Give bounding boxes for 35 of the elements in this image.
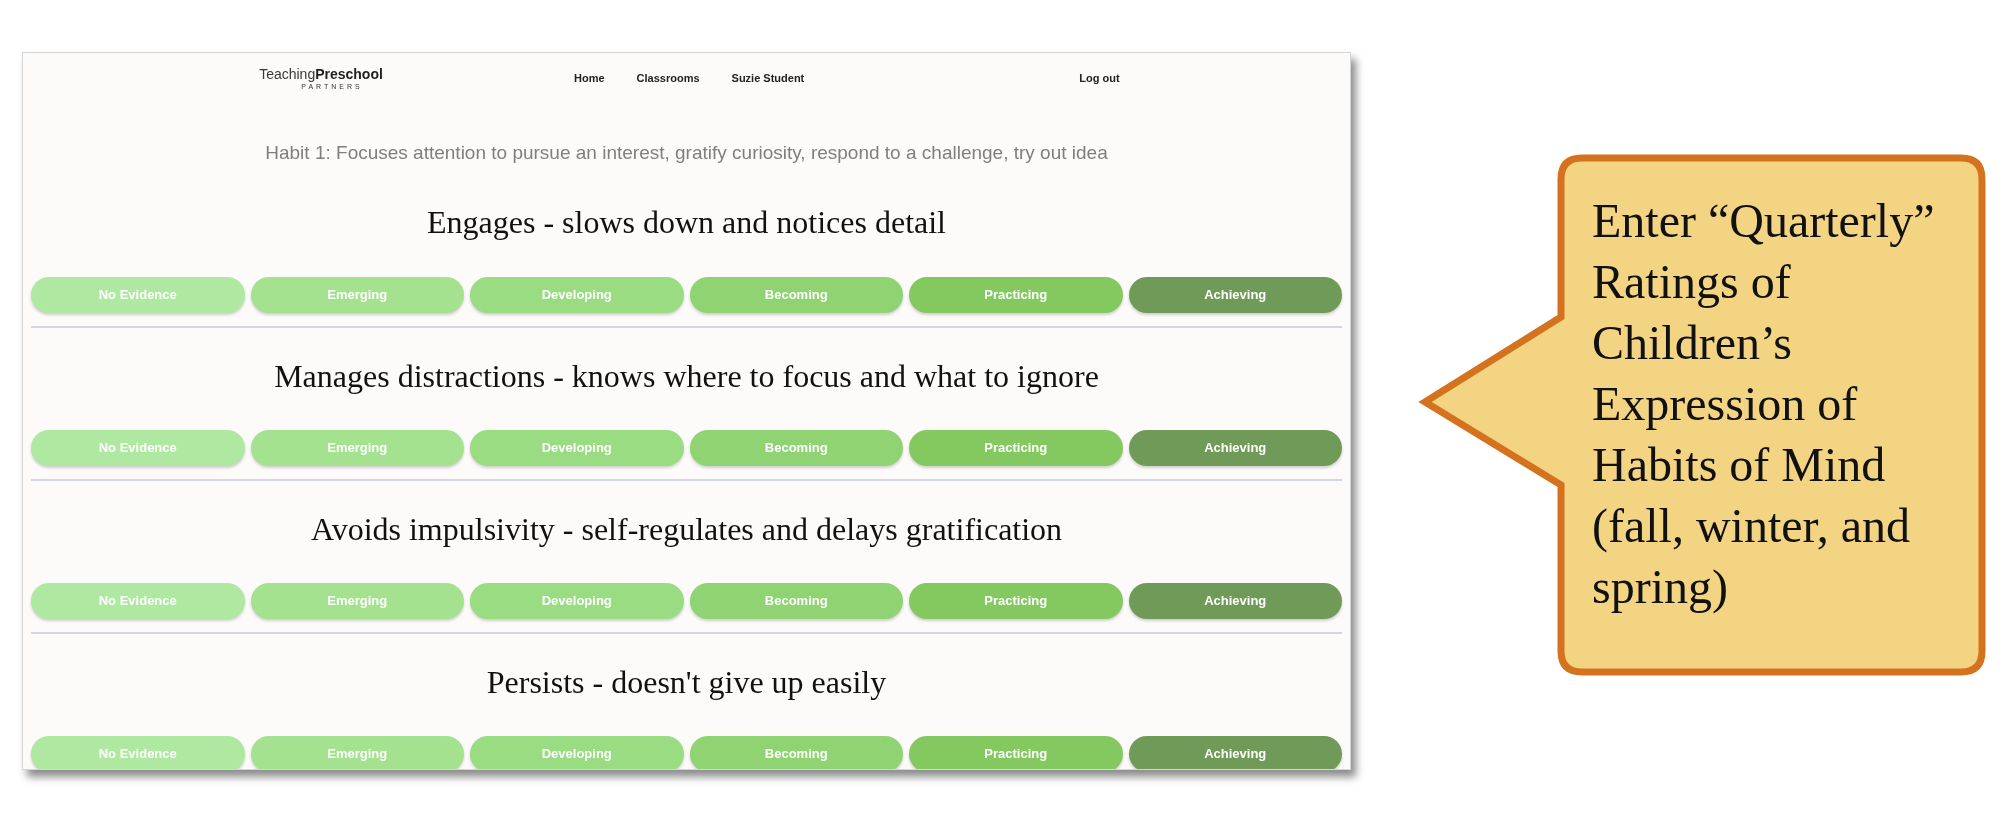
rating-button[interactable]: Becoming (689, 583, 903, 619)
rating-button[interactable]: Developing (470, 430, 684, 466)
rating-button[interactable]: Practicing (909, 430, 1123, 466)
rating-button[interactable]: Emerging (250, 430, 464, 466)
rating-button[interactable]: No Evidence (31, 583, 245, 619)
rating-button[interactable]: Achieving (1128, 583, 1342, 619)
nav-link[interactable]: Suzie Student (731, 69, 805, 87)
rating-button[interactable]: Practicing (909, 277, 1123, 313)
indicator-title: Engages - slows down and notices detail (426, 205, 947, 239)
rating-button[interactable]: Developing (470, 277, 684, 313)
callout-text: Enter “Quarterly” Ratings of Children’s Expression of Habits of Mind (fall, winter, and spring) (1592, 193, 1936, 616)
logo-wordmark[interactable]: TeachingPreschool (259, 65, 383, 82)
rating-button[interactable]: Emerging (250, 277, 464, 313)
rating-button[interactable]: Becoming (689, 736, 903, 769)
indicator-title: Manages distractions - knows where to focus and what to ignore (273, 359, 1100, 393)
rating-button[interactable]: Achieving (1128, 430, 1342, 466)
indicator-title: Avoids impulsivity - self-regulates and delays gratification (309, 512, 1064, 546)
rating-button[interactable]: Emerging (250, 736, 464, 769)
rating-button[interactable]: No Evidence (31, 430, 245, 466)
rating-button[interactable]: Practicing (909, 736, 1123, 769)
logout-link[interactable]: Log out (1079, 69, 1120, 87)
rating-button[interactable]: Achieving (1128, 277, 1342, 313)
rating-button[interactable]: Practicing (909, 583, 1123, 619)
habit-description: Habit 1: Focuses attention to pursue an interest, gratify curiosity, respond to a challenge, try out idea (264, 141, 1109, 165)
rating-button[interactable]: Developing (470, 583, 684, 619)
rating-button[interactable]: Becoming (689, 277, 903, 313)
rating-button[interactable]: No Evidence (31, 736, 245, 769)
rating-button[interactable]: Emerging (250, 583, 464, 619)
nav-link[interactable]: Home (574, 69, 605, 87)
indicator-title: Persists - doesn't give up easily (485, 665, 888, 699)
rating-button[interactable]: Becoming (689, 430, 903, 466)
rating-button[interactable]: Developing (470, 736, 684, 769)
rating-button[interactable]: Achieving (1128, 736, 1342, 769)
nav-link[interactable]: Classrooms (636, 69, 700, 87)
rating-button[interactable]: No Evidence (31, 277, 245, 313)
